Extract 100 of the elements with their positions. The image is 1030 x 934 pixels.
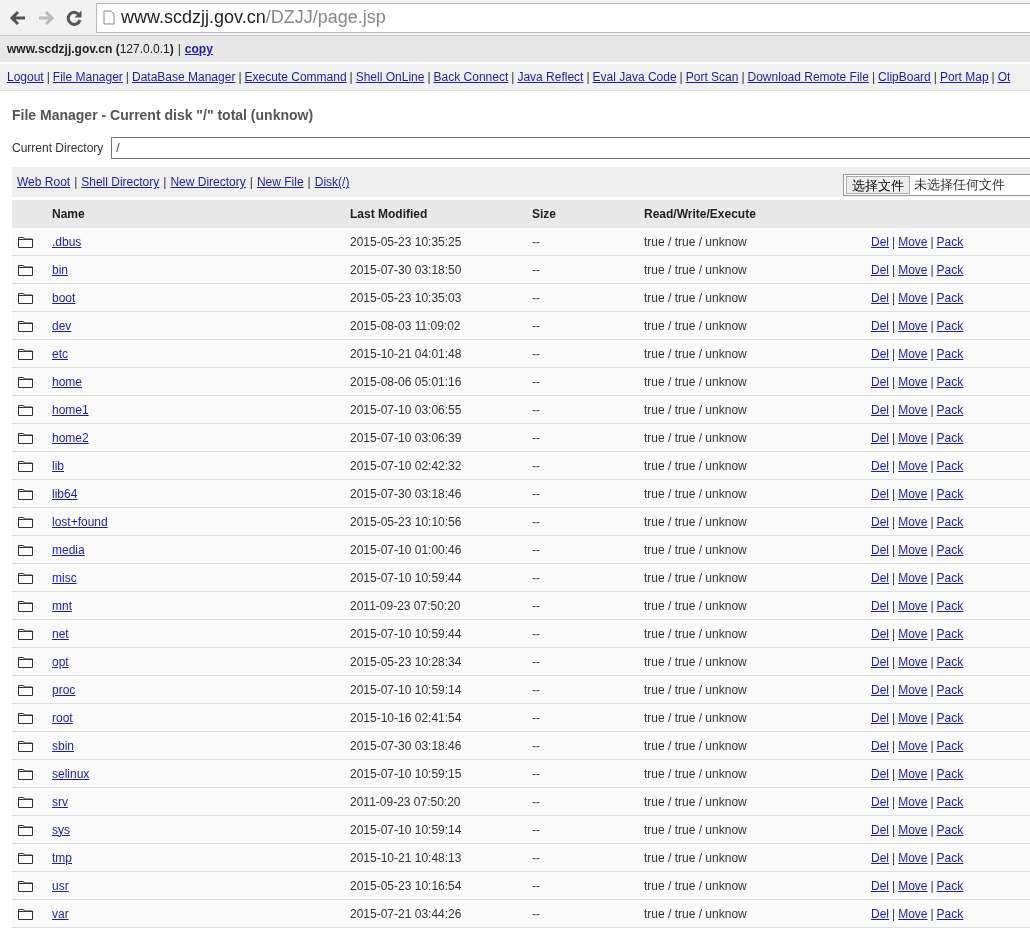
- action-link[interactable]: Pack: [936, 738, 964, 753]
- action-link[interactable]: Del: [871, 318, 889, 333]
- action-link[interactable]: Move: [898, 290, 928, 305]
- action-link[interactable]: Move: [898, 598, 928, 613]
- toolbar-link[interactable]: New Directory: [170, 175, 246, 189]
- folder-link[interactable]: dev: [52, 318, 72, 333]
- action-link[interactable]: Move: [898, 878, 928, 893]
- nav-link[interactable]: Ot: [997, 70, 1011, 84]
- toolbar-link[interactable]: Shell Directory: [81, 175, 160, 189]
- action-link[interactable]: Move: [898, 458, 928, 473]
- action-link[interactable]: Del: [871, 458, 889, 473]
- folder-link[interactable]: media: [52, 542, 85, 557]
- folder-link[interactable]: .dbus: [52, 234, 82, 249]
- action-link[interactable]: Del: [871, 290, 889, 305]
- action-link[interactable]: Del: [871, 822, 889, 837]
- nav-link[interactable]: Download Remote File: [747, 70, 869, 84]
- folder-link[interactable]: net: [52, 626, 69, 641]
- action-link[interactable]: Pack: [936, 374, 964, 389]
- folder-link[interactable]: opt: [52, 654, 69, 669]
- toolbar-link[interactable]: Web Root: [17, 175, 71, 189]
- action-link[interactable]: Del: [871, 906, 889, 921]
- action-link[interactable]: Pack: [936, 290, 964, 305]
- action-link[interactable]: Del: [871, 570, 889, 585]
- action-link[interactable]: Move: [898, 234, 928, 249]
- folder-link[interactable]: usr: [52, 878, 69, 893]
- folder-link[interactable]: root: [52, 710, 73, 725]
- action-link[interactable]: Move: [898, 402, 928, 417]
- folder-link[interactable]: srv: [52, 794, 68, 809]
- nav-link[interactable]: ClipBoard: [878, 70, 931, 84]
- action-link[interactable]: Pack: [936, 766, 964, 781]
- folder-link[interactable]: lib: [52, 458, 64, 473]
- action-link[interactable]: Del: [871, 262, 889, 277]
- action-link[interactable]: Move: [898, 654, 928, 669]
- action-link[interactable]: Move: [898, 374, 928, 389]
- folder-link[interactable]: lib64: [52, 486, 78, 501]
- nav-link[interactable]: Execute Command: [244, 70, 347, 84]
- action-link[interactable]: Del: [871, 654, 889, 669]
- action-link[interactable]: Pack: [936, 234, 964, 249]
- action-link[interactable]: Pack: [936, 598, 964, 613]
- action-link[interactable]: Move: [898, 570, 928, 585]
- action-link[interactable]: Pack: [936, 514, 964, 529]
- nav-link[interactable]: Java Reflect: [517, 70, 584, 84]
- action-link[interactable]: Move: [898, 906, 928, 921]
- action-link[interactable]: Move: [898, 318, 928, 333]
- action-link[interactable]: Del: [871, 766, 889, 781]
- nav-link[interactable]: File Manager: [52, 70, 123, 84]
- folder-link[interactable]: bin: [52, 262, 68, 277]
- toolbar-link[interactable]: New File: [256, 175, 304, 189]
- nav-link[interactable]: Port Map: [939, 70, 989, 84]
- action-link[interactable]: Move: [898, 346, 928, 361]
- action-link[interactable]: Move: [898, 710, 928, 725]
- action-link[interactable]: Move: [898, 738, 928, 753]
- folder-link[interactable]: home1: [52, 402, 89, 417]
- action-link[interactable]: Pack: [936, 878, 964, 893]
- action-link[interactable]: Pack: [936, 430, 964, 445]
- action-link[interactable]: Pack: [936, 794, 964, 809]
- choose-file-button[interactable]: 选择文件: [846, 176, 910, 194]
- action-link[interactable]: Pack: [936, 458, 964, 473]
- nav-link[interactable]: Shell OnLine: [355, 70, 425, 84]
- action-link[interactable]: Move: [898, 682, 928, 697]
- back-icon[interactable]: [9, 9, 27, 26]
- nav-link[interactable]: Logout: [7, 70, 44, 84]
- action-link[interactable]: Del: [871, 598, 889, 613]
- nav-link[interactable]: Eval Java Code: [592, 70, 677, 84]
- action-link[interactable]: Pack: [936, 262, 964, 277]
- nav-link[interactable]: Port Scan: [685, 70, 739, 84]
- action-link[interactable]: Pack: [936, 682, 964, 697]
- action-link[interactable]: Del: [871, 710, 889, 725]
- action-link[interactable]: Move: [898, 542, 928, 557]
- action-link[interactable]: Pack: [936, 346, 964, 361]
- action-link[interactable]: Pack: [936, 402, 964, 417]
- action-link[interactable]: Move: [898, 794, 928, 809]
- action-link[interactable]: Del: [871, 486, 889, 501]
- folder-link[interactable]: proc: [52, 682, 76, 697]
- folder-link[interactable]: var: [52, 906, 69, 921]
- action-link[interactable]: Del: [871, 878, 889, 893]
- folder-link[interactable]: home: [52, 374, 83, 389]
- folder-link[interactable]: misc: [52, 570, 77, 585]
- folder-link[interactable]: sbin: [52, 738, 74, 753]
- action-link[interactable]: Move: [898, 514, 928, 529]
- action-link[interactable]: Move: [898, 486, 928, 501]
- action-link[interactable]: Move: [898, 822, 928, 837]
- action-link[interactable]: Pack: [936, 654, 964, 669]
- action-link[interactable]: Del: [871, 430, 889, 445]
- action-link[interactable]: Del: [871, 794, 889, 809]
- address-bar[interactable]: www.scdzjj.gov.cn/DZJJ/page.jsp: [96, 2, 1030, 33]
- action-link[interactable]: Del: [871, 850, 889, 865]
- action-link[interactable]: Del: [871, 738, 889, 753]
- action-link[interactable]: Del: [871, 542, 889, 557]
- folder-link[interactable]: mnt: [52, 598, 72, 613]
- action-link[interactable]: Pack: [936, 710, 964, 725]
- folder-link[interactable]: boot: [52, 290, 76, 305]
- toolbar-link[interactable]: Disk(/): [314, 175, 350, 189]
- file-chooser[interactable]: 选择文件 未选择任何文件: [843, 174, 1030, 196]
- action-link[interactable]: Del: [871, 374, 889, 389]
- folder-link[interactable]: lost+found: [52, 514, 108, 529]
- action-link[interactable]: Del: [871, 346, 889, 361]
- reload-icon[interactable]: [65, 8, 83, 27]
- nav-link[interactable]: DataBase Manager: [132, 70, 236, 84]
- action-link[interactable]: Move: [898, 766, 928, 781]
